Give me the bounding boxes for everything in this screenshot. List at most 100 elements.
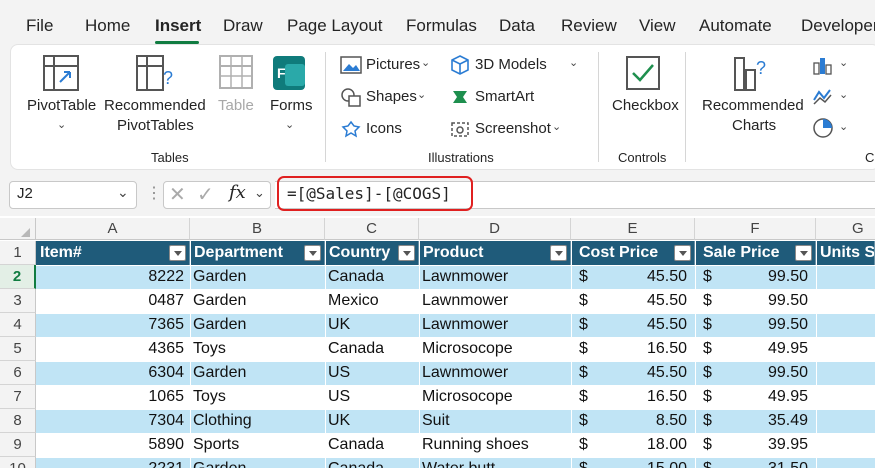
cell-sale-price[interactable]: $99.50 bbox=[695, 265, 816, 289]
select-all-corner[interactable] bbox=[0, 218, 36, 240]
cell-item[interactable]: 8222 bbox=[36, 265, 190, 289]
filter-dropdown-icon[interactable] bbox=[169, 245, 186, 261]
column-header-g[interactable]: G bbox=[816, 218, 875, 240]
cell-sale-price[interactable]: $49.95 bbox=[695, 337, 816, 361]
cell-cost-price[interactable]: $8.50 bbox=[571, 409, 695, 433]
chevron-down-icon[interactable]: ⌄ bbox=[117, 184, 129, 201]
tab-page-layout[interactable]: Page Layout bbox=[287, 16, 382, 36]
cell-product[interactable]: Running shoes bbox=[419, 433, 571, 457]
cell-units-sold[interactable] bbox=[816, 385, 875, 409]
cell-sale-price[interactable]: $49.95 bbox=[695, 385, 816, 409]
filter-dropdown-icon[interactable] bbox=[304, 245, 321, 261]
cell-department[interactable]: Toys bbox=[190, 337, 325, 361]
cell-product[interactable]: Lawnmower bbox=[419, 361, 571, 385]
column-header-e[interactable]: E bbox=[571, 218, 695, 240]
chevron-down-icon[interactable]: ⌄ bbox=[254, 185, 265, 201]
cell-cost-price[interactable]: $45.50 bbox=[571, 265, 695, 289]
cell-sale-price[interactable]: $35.49 bbox=[695, 409, 816, 433]
cell-country[interactable]: Canada bbox=[325, 265, 419, 289]
cell-department[interactable]: Garden bbox=[190, 361, 325, 385]
cell-item[interactable]: 4365 bbox=[36, 337, 190, 361]
drag-handle-icon[interactable]: ⋮ bbox=[146, 183, 162, 203]
cell-department[interactable]: Garden bbox=[190, 313, 325, 337]
row-header[interactable]: 10 bbox=[0, 457, 36, 468]
cell-units-sold[interactable] bbox=[816, 337, 875, 361]
row-header[interactable]: 3 bbox=[0, 289, 36, 313]
cell-cost-price[interactable]: $15.00 bbox=[571, 457, 695, 468]
cell-product[interactable]: Suit bbox=[419, 409, 571, 433]
cell-cost-price[interactable]: $16.50 bbox=[571, 385, 695, 409]
cell-department[interactable]: Garden bbox=[190, 457, 325, 468]
tab-insert[interactable]: Insert bbox=[155, 16, 201, 36]
cell-country[interactable]: US bbox=[325, 361, 419, 385]
tab-automate[interactable]: Automate bbox=[699, 16, 772, 36]
tab-home[interactable]: Home bbox=[85, 16, 130, 36]
row-header[interactable]: 9 bbox=[0, 433, 36, 457]
cell-cost-price[interactable]: $16.50 bbox=[571, 337, 695, 361]
tab-file[interactable]: File bbox=[26, 16, 53, 36]
tab-formulas[interactable]: Formulas bbox=[406, 16, 477, 36]
filter-dropdown-icon[interactable] bbox=[674, 245, 691, 261]
cell-cost-price[interactable]: $45.50 bbox=[571, 289, 695, 313]
cell-item[interactable]: 5890 bbox=[36, 433, 190, 457]
cell-units-sold[interactable] bbox=[816, 265, 875, 289]
cell-sale-price[interactable]: $99.50 bbox=[695, 313, 816, 337]
cell-product[interactable]: Lawnmower bbox=[419, 289, 571, 313]
cell-country[interactable]: Canada bbox=[325, 457, 419, 468]
cell-cost-price[interactable]: $45.50 bbox=[571, 361, 695, 385]
tab-review[interactable]: Review bbox=[561, 16, 617, 36]
cell-country[interactable]: US bbox=[325, 385, 419, 409]
row-header[interactable]: 7 bbox=[0, 385, 36, 409]
cell-country[interactable]: UK bbox=[325, 313, 419, 337]
cell-item[interactable]: 0487 bbox=[36, 289, 190, 313]
cell-units-sold[interactable] bbox=[816, 433, 875, 457]
cell-item[interactable]: 6304 bbox=[36, 361, 190, 385]
enter-check-icon[interactable]: ✓ bbox=[197, 182, 214, 207]
row-header[interactable]: 1 bbox=[0, 241, 36, 265]
column-header-f[interactable]: F bbox=[695, 218, 816, 240]
filter-dropdown-icon[interactable] bbox=[398, 245, 415, 261]
cell-product[interactable]: Microsocope bbox=[419, 385, 571, 409]
cell-item[interactable]: 7304 bbox=[36, 409, 190, 433]
cell-sale-price[interactable]: $99.50 bbox=[695, 361, 816, 385]
row-header[interactable]: 5 bbox=[0, 337, 36, 361]
cell-product[interactable]: Lawnmower bbox=[419, 313, 571, 337]
cancel-icon[interactable]: ✕ bbox=[169, 182, 186, 207]
cell-product[interactable]: Water butt bbox=[419, 457, 571, 468]
tab-view[interactable]: View bbox=[639, 16, 676, 36]
cell-cost-price[interactable]: $18.00 bbox=[571, 433, 695, 457]
cell-department[interactable]: Sports bbox=[190, 433, 325, 457]
column-header-c[interactable]: C bbox=[325, 218, 419, 240]
cell-sale-price[interactable]: $31.50 bbox=[695, 457, 816, 468]
cell-units-sold[interactable] bbox=[816, 457, 875, 468]
column-header-d[interactable]: D bbox=[419, 218, 571, 240]
tab-developer[interactable]: Developer bbox=[801, 16, 875, 36]
cell-item[interactable]: 1065 bbox=[36, 385, 190, 409]
cell-cost-price[interactable]: $45.50 bbox=[571, 313, 695, 337]
tab-data[interactable]: Data bbox=[499, 16, 535, 36]
cell-units-sold[interactable] bbox=[816, 313, 875, 337]
cell-units-sold[interactable] bbox=[816, 409, 875, 433]
column-header-b[interactable]: B bbox=[190, 218, 325, 240]
cell-item[interactable]: 7365 bbox=[36, 313, 190, 337]
insert-function-icon[interactable]: fx bbox=[229, 182, 246, 203]
row-header[interactable]: 8 bbox=[0, 409, 36, 433]
row-header[interactable]: 6 bbox=[0, 361, 36, 385]
cell-country[interactable]: Canada bbox=[325, 337, 419, 361]
cell-product[interactable]: Lawnmower bbox=[419, 265, 571, 289]
cell-country[interactable]: Canada bbox=[325, 433, 419, 457]
cell-department[interactable]: Garden bbox=[190, 289, 325, 313]
tab-draw[interactable]: Draw bbox=[223, 16, 263, 36]
row-header[interactable]: 4 bbox=[0, 313, 36, 337]
cell-units-sold[interactable] bbox=[816, 361, 875, 385]
cell-units-sold[interactable] bbox=[816, 289, 875, 313]
cell-country[interactable]: Mexico bbox=[325, 289, 419, 313]
cell-department[interactable]: Garden bbox=[190, 265, 325, 289]
cell-product[interactable]: Microsocope bbox=[419, 337, 571, 361]
cell-item[interactable]: 2231 bbox=[36, 457, 190, 468]
cell-sale-price[interactable]: $99.50 bbox=[695, 289, 816, 313]
column-header-a[interactable]: A bbox=[36, 218, 190, 240]
filter-dropdown-icon[interactable] bbox=[550, 245, 567, 261]
cell-country[interactable]: UK bbox=[325, 409, 419, 433]
row-header[interactable]: 2 bbox=[0, 265, 36, 289]
